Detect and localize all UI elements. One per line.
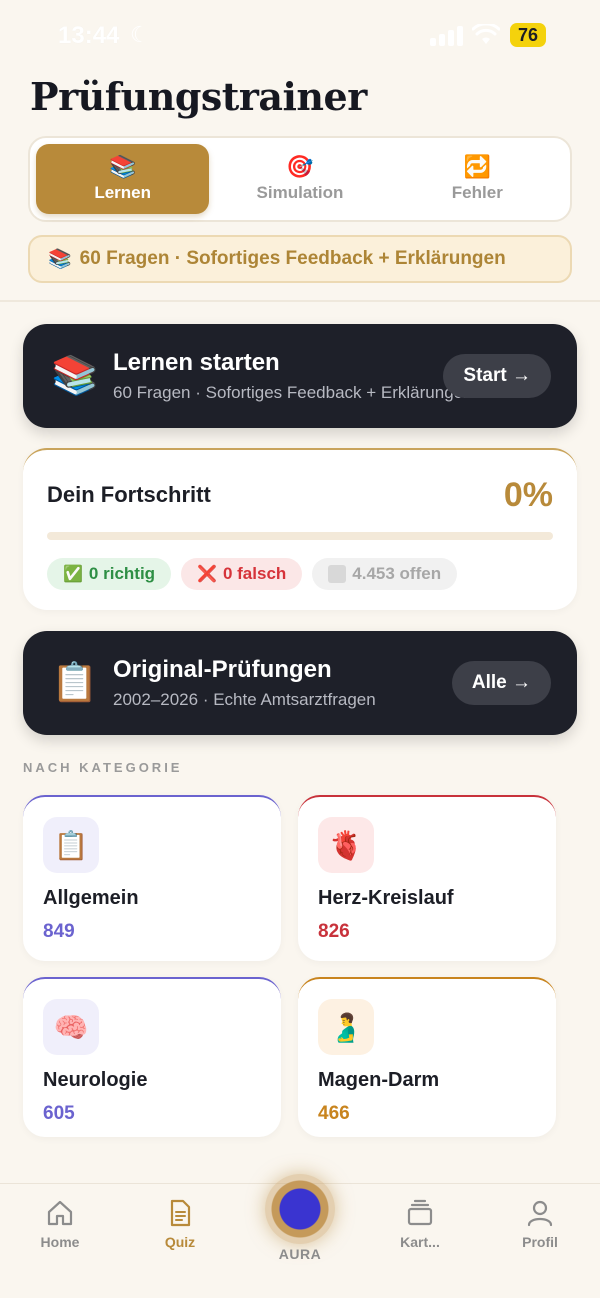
section-label: NACH KATEGORIE [23,760,183,775]
tab-label: Simulation [256,183,344,202]
document-icon [170,1199,191,1227]
progress-bar [47,532,553,540]
all-button[interactable]: Alle → [451,661,551,705]
aura-orb-icon [265,1174,335,1244]
learn-start-card[interactable]: 📚 Lernen starten 60 Fragen · Sofortiges … [23,324,577,428]
books-icon: 📚 [48,249,72,270]
nav-label: Kart... [400,1234,440,1250]
home-icon [47,1200,73,1226]
wrong-badge: ❌ 0 falsch [181,558,303,590]
progress-card: Dein Fortschritt 0% ✅ 0 richtig ❌ 0 fals… [23,448,577,610]
info-banner: 📚 60 Fragen · Sofortiges Feedback + Erkl… [28,235,572,283]
user-icon [527,1200,553,1227]
page-title: Prüfungstrainer [30,74,367,119]
books-icon: 📚 [108,154,137,179]
tab-label: Fehler [451,183,503,202]
check-icon: ✅ [63,566,83,583]
category-card-allgemein[interactable]: 📋 Allgemein 849 [23,795,281,961]
nav-label: AURA [278,1246,322,1262]
status-bar: 13:44 ☾ 76 [0,0,600,72]
category-card-herz-kreislauf[interactable]: 🫀 Herz-Kreislauf 826 [298,795,556,961]
signal-icon [430,26,464,46]
category-count: 826 [318,921,350,942]
bottom-nav: Home Quiz AURA Kart... Profil [0,1174,600,1298]
nav-cards[interactable]: Kart... [375,1198,465,1250]
books-icon: 📚 [51,355,99,397]
nav-home[interactable]: Home [15,1198,105,1250]
nav-label: Quiz [164,1234,196,1250]
wifi-icon [472,24,500,44]
cards-icon [407,1199,433,1226]
tab-fehler[interactable]: 🔁 Fehler [391,144,564,214]
nav-label: Profil [522,1234,558,1250]
category-count: 605 [43,1103,75,1124]
stat-row: ✅ 0 richtig ❌ 0 falsch 4.453 offen [47,558,458,590]
target-icon: 🎯 [286,154,314,179]
open-badge: 4.453 offen [312,558,458,590]
heart-icon: 🫀 [318,817,374,873]
square-icon [328,565,347,583]
original-exams-card[interactable]: 📋 Original-Prüfungen 2002–2026 · Echte A… [23,631,577,735]
progress-percent: 0% [503,476,553,514]
correct-count: 0 richtig [88,564,156,583]
category-card-neurologie[interactable]: 🧠 Neurologie 605 [23,977,281,1137]
tab-label: Lernen [94,183,151,202]
category-name: Magen-Darm [318,1069,440,1091]
category-name: Herz-Kreislauf [318,887,454,909]
progress-title: Dein Fortschritt [47,482,211,507]
nav-profile[interactable]: Profil [495,1198,585,1250]
wrong-count: 0 falsch [222,564,287,583]
nav-quiz[interactable]: Quiz [135,1198,225,1250]
start-button[interactable]: Start → [443,354,551,398]
clipboard-icon: 📋 [43,817,99,873]
category-count: 849 [43,921,75,942]
tab-lernen[interactable]: 📚 Lernen [36,144,210,214]
status-time: 13:44 [58,22,120,49]
correct-badge: ✅ 0 richtig [47,558,172,590]
category-name: Allgemein [43,887,139,909]
category-count: 466 [318,1103,350,1124]
clipboard-icon: 📋 [51,662,99,704]
repeat-icon: 🔁 [463,154,492,179]
moon-icon: ☾ [130,22,150,47]
nav-label: Home [40,1234,80,1250]
battery-indicator: 76 [510,23,546,47]
aura-button[interactable]: AURA [265,1174,335,1262]
cross-icon: ❌ [197,566,217,583]
brain-icon: 🧠 [43,999,99,1055]
category-card-magen-darm[interactable]: 🫃 Magen-Darm 466 [298,977,556,1137]
tab-simulation[interactable]: 🎯 Simulation [213,144,386,214]
category-name: Neurologie [43,1069,148,1091]
info-banner-text: 60 Fragen · Sofortiges Feedback + Erklär… [79,248,506,269]
stomach-icon: 🫃 [318,999,374,1055]
mode-tabs: 📚 Lernen 🎯 Simulation 🔁 Fehler [28,136,572,222]
open-count: 4.453 offen [352,564,442,583]
divider [0,300,600,302]
